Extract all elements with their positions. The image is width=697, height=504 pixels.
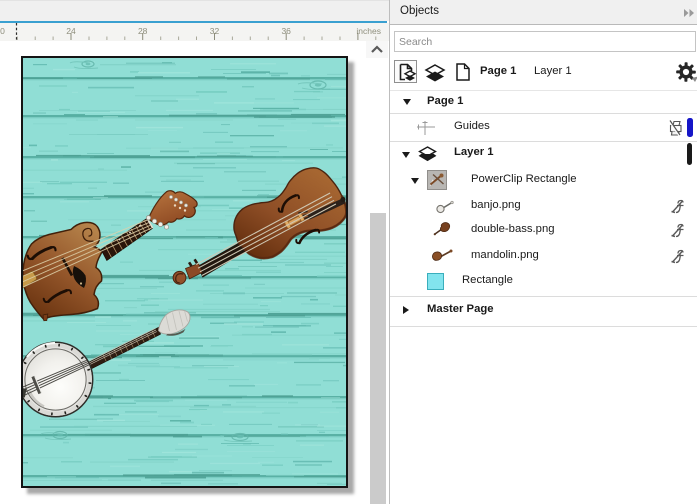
svg-text:0: 0 [0, 26, 5, 36]
svg-text:32: 32 [210, 26, 220, 36]
svg-text:36: 36 [281, 26, 291, 36]
svg-text:24: 24 [66, 26, 76, 36]
svg-text:inches: inches [356, 26, 381, 36]
svg-text:28: 28 [138, 26, 148, 36]
